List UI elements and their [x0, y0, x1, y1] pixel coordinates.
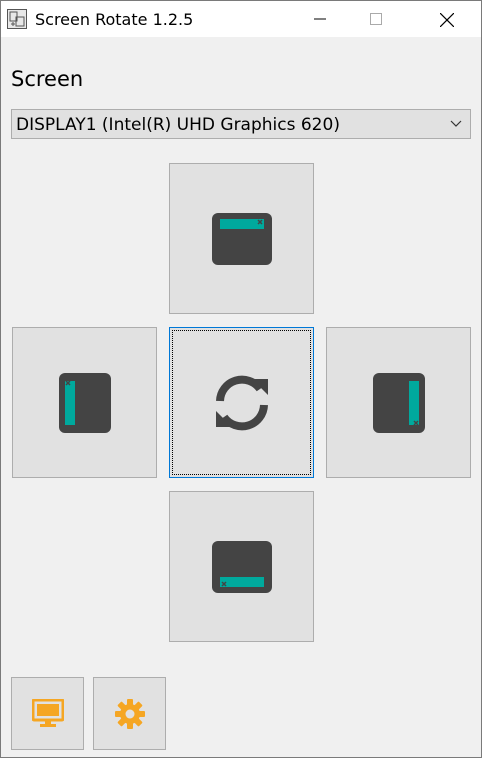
- settings-button[interactable]: [93, 677, 166, 750]
- minimize-button[interactable]: [297, 1, 343, 37]
- maximize-button[interactable]: [353, 1, 399, 37]
- close-button[interactable]: [423, 1, 469, 37]
- monitor-button[interactable]: [11, 677, 84, 750]
- monitor-icon: [31, 698, 64, 727]
- app-icon: [7, 9, 27, 29]
- maximize-icon: [370, 13, 382, 25]
- portrait-left-icon: [58, 372, 111, 433]
- rotate-landscape-flipped-button[interactable]: [169, 491, 314, 642]
- portrait-right-icon: [372, 372, 425, 433]
- rotate-portrait-right-button[interactable]: [326, 327, 471, 478]
- rotate-sync-icon: [215, 375, 268, 430]
- gear-icon: [114, 698, 145, 729]
- rotate-portrait-left-button[interactable]: [12, 327, 157, 478]
- display-select[interactable]: DISPLAY1 (Intel(R) UHD Graphics 620): [11, 109, 471, 139]
- landscape-flipped-icon: [211, 540, 272, 593]
- title-bar[interactable]: Screen Rotate 1.2.5: [1, 1, 481, 37]
- rotate-landscape-button[interactable]: [169, 163, 314, 314]
- display-select-value: DISPLAY1 (Intel(R) UHD Graphics 620): [16, 115, 340, 135]
- landscape-icon: [211, 212, 272, 265]
- app-window: Screen Rotate 1.2.5 Screen DISPLAY1 (Int…: [0, 0, 482, 758]
- window-title: Screen Rotate 1.2.5: [35, 10, 194, 29]
- screen-label: Screen: [11, 67, 84, 91]
- close-icon: [440, 13, 454, 27]
- rotate-auto-button[interactable]: [169, 327, 314, 478]
- chevron-down-icon: [450, 120, 462, 127]
- minimize-icon: [314, 18, 326, 20]
